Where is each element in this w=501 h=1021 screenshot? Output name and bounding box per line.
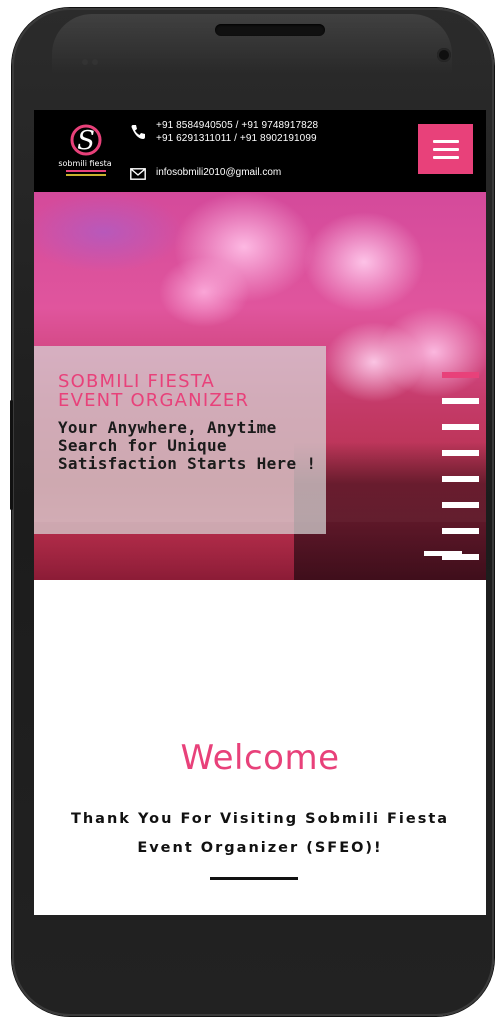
slide-indicators: [442, 372, 482, 580]
phone-line-1[interactable]: +91 8584940505 / +91 9748917828: [156, 119, 318, 132]
hamburger-menu-icon-bar-3: [433, 156, 459, 159]
hamburger-menu-button[interactable]: [418, 124, 473, 174]
slide-indicator-3[interactable]: [442, 424, 479, 430]
phone-sensors: [82, 50, 106, 65]
hamburger-menu-icon-bar-2: [433, 148, 459, 151]
welcome-text-line-1: Thank You For Visiting Sobmili Fiesta: [70, 811, 450, 827]
phone-icon: [131, 125, 145, 139]
slide-indicator-7[interactable]: [442, 528, 479, 534]
welcome-text: Thank You For Visiting Sobmili Fiesta Ev…: [44, 805, 476, 863]
phone-screen: S sobmili fiesta +91 8584940505 / +91 97…: [34, 110, 486, 915]
phone-speaker: [215, 24, 325, 36]
sobmili-fiesta-logo[interactable]: S sobmili fiesta: [52, 116, 122, 186]
welcome-divider: [210, 877, 298, 880]
phone-camera: [437, 48, 451, 62]
hamburger-menu-icon-bar-1: [433, 140, 459, 143]
hero-title: SOBMILI FIESTA EVENT ORGANIZER: [58, 372, 320, 410]
phone-side-button: [10, 400, 13, 510]
slide-indicator-1[interactable]: [442, 372, 479, 378]
hero-slider[interactable]: SOBMILI FIESTA EVENT ORGANIZER Your Anyw…: [34, 192, 486, 580]
site-header: S sobmili fiesta +91 8584940505 / +91 97…: [34, 110, 486, 192]
slide-indicator-5[interactable]: [442, 476, 479, 482]
email-link[interactable]: infosobmili2010@gmail.com: [156, 167, 281, 178]
hero-title-line-2: EVENT ORGANIZER: [58, 390, 250, 411]
phone-numbers[interactable]: +91 8584940505 / +91 9748917828 +91 6291…: [156, 119, 318, 145]
hero-title-line-1: SOBMILI FIESTA: [58, 371, 216, 392]
welcome-text-line-2: Event Organizer (SFEO)!: [137, 840, 383, 856]
hero-subtitle: Your Anywhere, Anytime Search for Unique…: [58, 418, 317, 473]
slide-progress-line: [424, 551, 462, 556]
slide-indicator-2[interactable]: [442, 398, 479, 404]
phone-line-2[interactable]: +91 6291311011 / +91 8902191099: [156, 132, 318, 145]
mail-icon: [130, 168, 146, 180]
svg-text:S: S: [77, 126, 95, 156]
slide-indicator-6[interactable]: [442, 502, 479, 508]
welcome-heading: Welcome: [180, 738, 340, 778]
phone-shine: [52, 14, 452, 74]
svg-text:sobmili fiesta: sobmili fiesta: [58, 159, 111, 168]
slide-indicator-4[interactable]: [442, 450, 479, 456]
